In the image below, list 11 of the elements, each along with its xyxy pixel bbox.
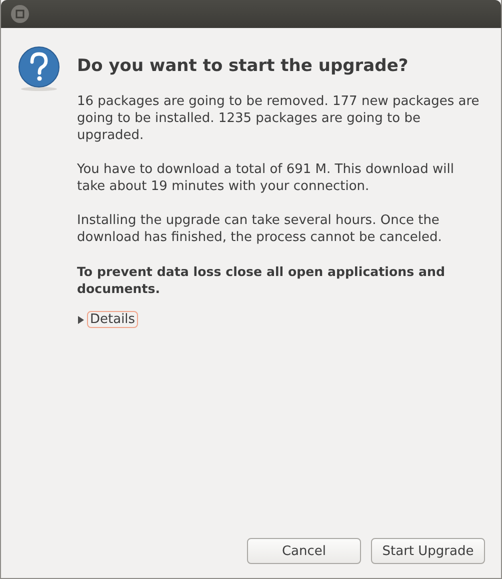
message-text: Installing the upgrade can take several hours. Once the download has finished, the process cannot be canceled. — [77, 212, 443, 246]
message-text: 16 packages are going to be removed. 177 new packages are going to be installed. 1235 packages are going to be upgraded. — [77, 93, 480, 144]
question-icon — [17, 46, 61, 92]
message-text: To prevent data loss close all open applications and documents. — [77, 263, 446, 297]
message-text: You have to download a total of 691 M. This download will take about 19 minutes with your connection. — [77, 161, 455, 195]
dialog-heading: Do you want to start the upgrade? — [77, 56, 410, 76]
details-expander[interactable]: Details — [87, 311, 138, 328]
dialog-button[interactable]: Cancel — [247, 538, 361, 564]
close-button[interactable] — [11, 5, 29, 23]
dialog-button[interactable]: Start Upgrade — [371, 538, 485, 564]
close-icon — [15, 9, 25, 19]
